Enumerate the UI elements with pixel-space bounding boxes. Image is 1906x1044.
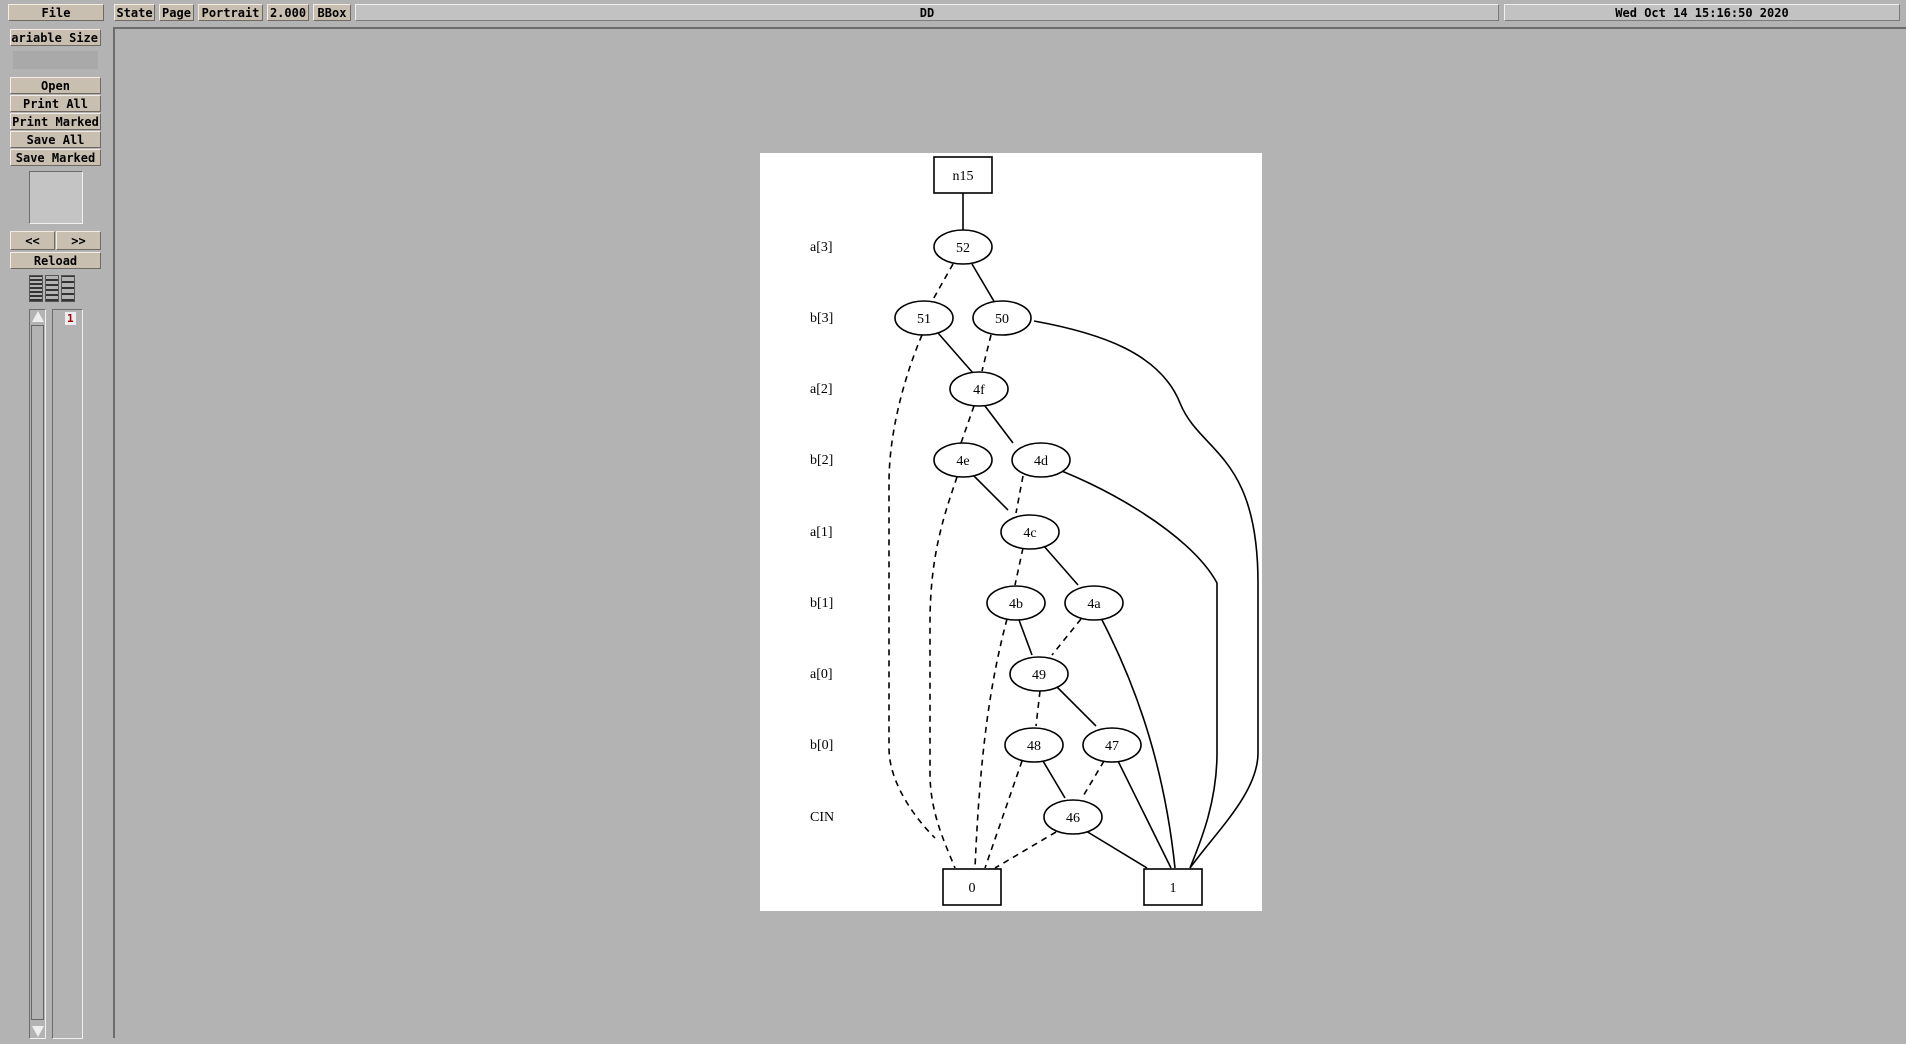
level-label: b[1] xyxy=(810,596,833,611)
level-label: b[2] xyxy=(810,453,833,468)
document-title: DD xyxy=(355,4,1499,21)
print-marked-button[interactable]: Print Marked xyxy=(10,113,101,130)
level-label: a[2] xyxy=(810,382,833,397)
file-menu-button[interactable]: File xyxy=(8,4,104,21)
document-viewer[interactable]: a[3] b[3] a[2] b[2] a[1] b[1] a[0] b[0] … xyxy=(113,27,1906,1038)
scroll-down-icon[interactable] xyxy=(32,1026,44,1037)
variable-size-button[interactable]: Variable Size xyxy=(10,29,101,46)
mark-odd-icon[interactable] xyxy=(61,275,75,302)
save-all-button[interactable]: Save All xyxy=(10,131,101,148)
prev-page-button[interactable]: << xyxy=(10,231,55,250)
variable-size-label: Variable Size xyxy=(10,30,98,45)
level-label: a[3] xyxy=(810,240,833,255)
level-label: a[1] xyxy=(810,525,833,540)
level-label: b[0] xyxy=(810,738,833,753)
orientation-button[interactable]: Portrait xyxy=(198,4,263,21)
page-list-scrollbar[interactable] xyxy=(29,309,46,1039)
page-list[interactable]: 1 xyxy=(52,309,83,1039)
reload-button[interactable]: Reload xyxy=(10,252,101,269)
node-label: 4d xyxy=(1034,454,1048,469)
level-label: b[3] xyxy=(810,311,833,326)
document-date: Wed Oct 14 15:16:50 2020 xyxy=(1504,4,1900,21)
node-label: 49 xyxy=(1032,668,1046,683)
save-marked-button[interactable]: Save Marked xyxy=(10,149,101,166)
level-label: CIN xyxy=(810,810,834,825)
scroll-up-icon[interactable] xyxy=(32,311,44,322)
node-label: 4f xyxy=(973,383,985,398)
page-canvas: a[3] b[3] a[2] b[2] a[1] b[1] a[0] b[0] … xyxy=(760,153,1262,911)
level-label: a[0] xyxy=(810,667,833,682)
node-label: 46 xyxy=(1066,811,1080,826)
bdd-graph: a[3] b[3] a[2] b[2] a[1] b[1] a[0] b[0] … xyxy=(810,156,1259,906)
page-thumbnail[interactable] xyxy=(29,171,83,224)
print-all-button[interactable]: Print All xyxy=(10,95,101,112)
node-label: 4b xyxy=(1009,597,1023,612)
terminal-label: 1 xyxy=(1170,881,1177,896)
node-label: 47 xyxy=(1105,739,1119,754)
mark-all-icon[interactable] xyxy=(29,275,43,302)
page-menu-button[interactable]: Page xyxy=(159,4,194,21)
node-label: 51 xyxy=(917,312,931,327)
next-page-button[interactable]: >> xyxy=(56,231,101,250)
node-label: 4c xyxy=(1023,526,1036,541)
root-node-label: n15 xyxy=(953,169,974,184)
size-indicator xyxy=(13,51,98,69)
node-label: 48 xyxy=(1027,739,1041,754)
open-button[interactable]: Open xyxy=(10,77,101,94)
terminal-label: 0 xyxy=(969,881,976,896)
mark-even-icon[interactable] xyxy=(45,275,59,302)
magnification-button[interactable]: 2.000 xyxy=(267,4,309,21)
node-label: 52 xyxy=(956,241,970,256)
page-list-item[interactable]: 1 xyxy=(65,312,76,325)
node-label: 50 xyxy=(995,312,1009,327)
scrollbar-thumb[interactable] xyxy=(31,325,44,1020)
bbox-button[interactable]: BBox xyxy=(313,4,351,21)
state-menu-button[interactable]: State xyxy=(114,4,155,21)
node-label: 4e xyxy=(956,454,969,469)
node-label: 4a xyxy=(1087,597,1101,612)
